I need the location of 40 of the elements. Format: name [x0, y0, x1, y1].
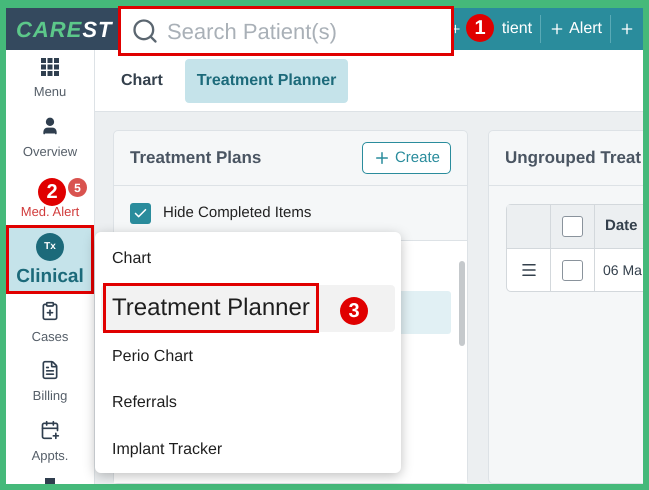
- sidebar-label: Appts.: [32, 446, 68, 465]
- table-cell-text: 06 Ma: [602, 260, 642, 280]
- search-bar[interactable]: Search Patient(s): [118, 6, 454, 56]
- dropdown-option[interactable]: Referrals: [101, 380, 395, 426]
- sidebar-item[interactable]: Cases: [6, 294, 94, 354]
- grid-icon: [41, 58, 59, 76]
- checkbox[interactable]: [562, 216, 583, 237]
- tab[interactable]: Chart: [109, 58, 175, 102]
- logo: CAREST: [16, 16, 112, 44]
- plus-icon: [619, 21, 635, 37]
- dropdown-option[interactable]: Perio Chart: [101, 334, 395, 380]
- sidebar-item[interactable]: Menu: [6, 50, 94, 110]
- scrollbar[interactable]: [459, 261, 465, 346]
- search-field[interactable]: Search Patient(s): [167, 14, 441, 48]
- checkbox-label: Hide Completed Items: [163, 202, 312, 223]
- sidebar-icon: [45, 478, 55, 484]
- checkbox[interactable]: [562, 260, 583, 280]
- search-icon: [131, 17, 159, 45]
- sidebar-label: Menu: [34, 82, 66, 101]
- sidebar-item[interactable]: Billing: [6, 353, 94, 413]
- sidebar-label: Billing: [32, 387, 68, 406]
- sidebar-item[interactable]: Appts.: [6, 412, 94, 472]
- sidebar-item[interactable]: Tx Clinical: [6, 224, 94, 294]
- add-action-button[interactable]: Alert: [540, 15, 610, 43]
- checkbox[interactable]: [130, 202, 151, 224]
- panel-title: Treatment Plans: [130, 147, 262, 170]
- dropdown-option[interactable]: Chart: [101, 236, 395, 282]
- clipboard-icon: [40, 300, 60, 321]
- panel-title: Ungrouped Treat: [505, 147, 642, 170]
- sidebar-label: Overview: [22, 143, 78, 162]
- sidebar-label: Cases: [32, 328, 68, 346]
- sidebar-item[interactable]: Overview: [6, 109, 94, 169]
- invoice-icon: [40, 360, 60, 380]
- tx-icon: Tx: [36, 232, 64, 261]
- sidebar-label: Clinical: [16, 266, 84, 286]
- calendar-icon: [40, 420, 60, 440]
- tab[interactable]: Treatment Planner: [184, 58, 348, 102]
- dropdown-option[interactable]: Implant Tracker: [101, 426, 395, 473]
- drag-handle-icon[interactable]: [520, 261, 538, 279]
- create-button[interactable]: Create: [362, 142, 451, 174]
